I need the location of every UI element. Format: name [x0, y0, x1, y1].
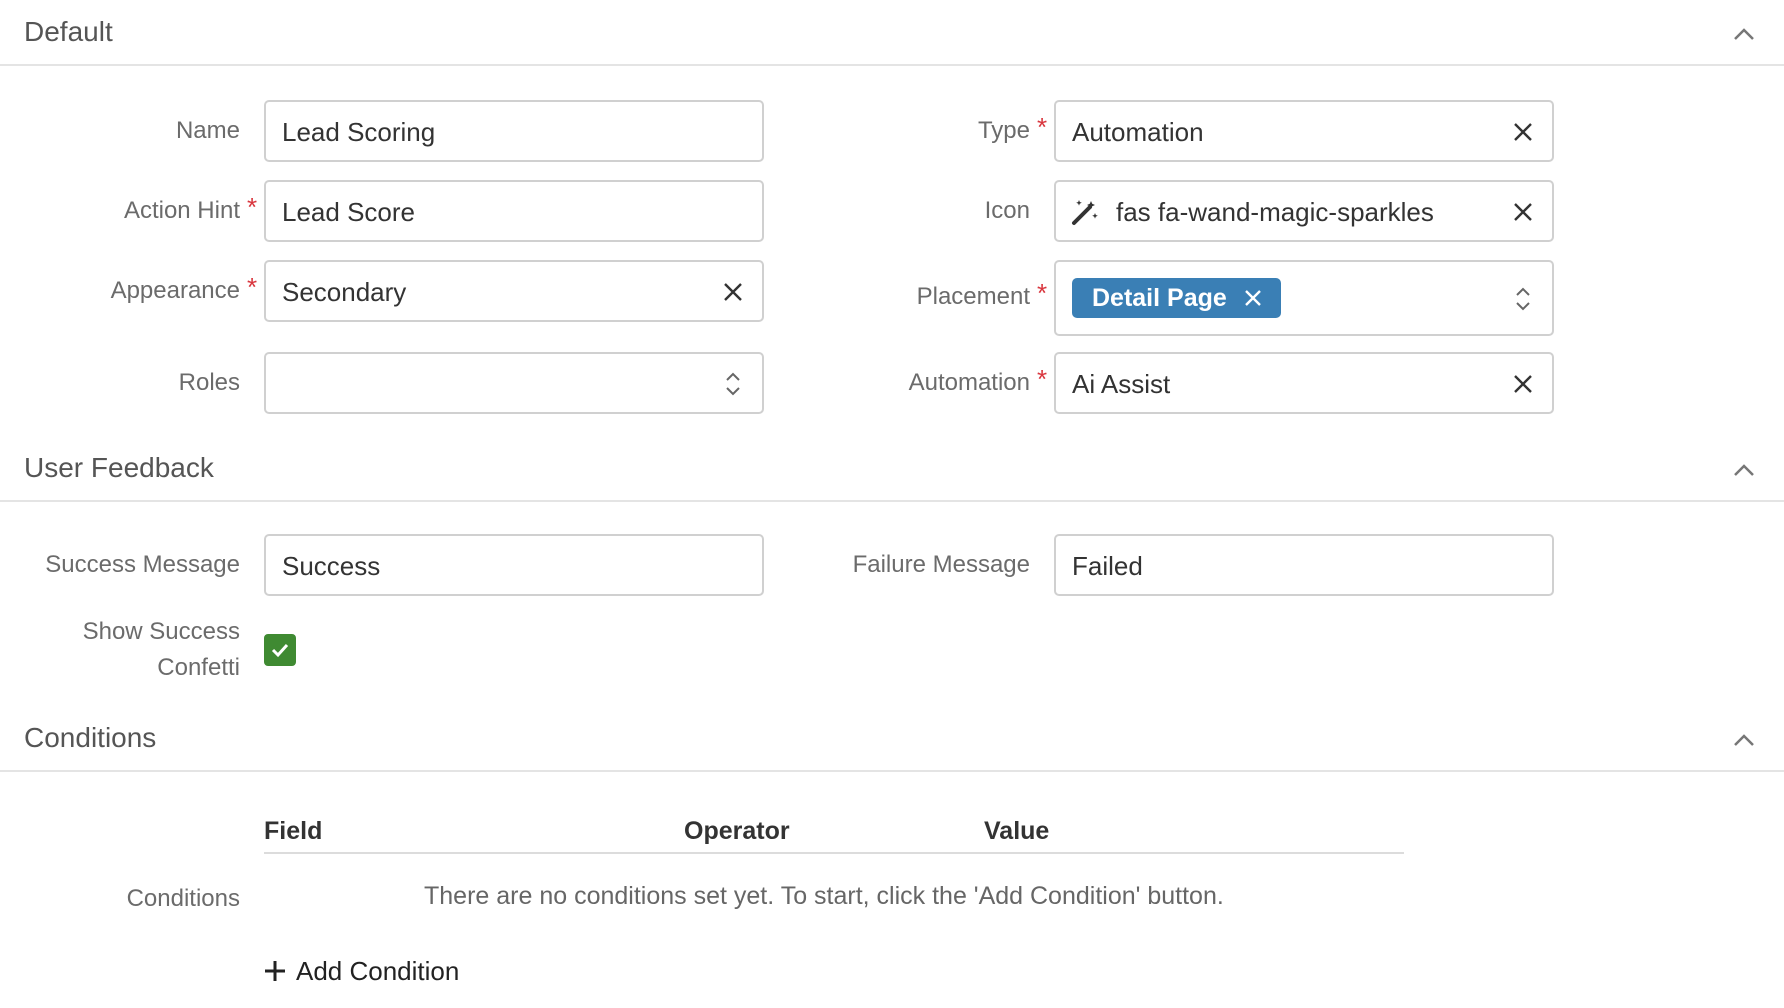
required-marker: *	[1037, 112, 1048, 142]
required-marker: *	[1037, 278, 1048, 308]
icon-select[interactable]: fas fa-wand-magic-sparkles	[1054, 180, 1554, 242]
section-header-conditions[interactable]: Conditions	[0, 706, 1784, 772]
name-label: Name	[175, 117, 240, 144]
wand-magic-sparkles-icon	[1072, 200, 1098, 225]
section-header-default[interactable]: Default	[0, 0, 1784, 66]
success-message-field[interactable]: Success	[264, 534, 764, 596]
conditions-label: Conditions	[126, 885, 240, 912]
success-message-label: Success Message	[45, 551, 240, 578]
required-marker: *	[247, 272, 258, 302]
select-arrows-icon	[726, 372, 740, 396]
show-confetti-label-line2: Confetti	[157, 654, 240, 681]
chevron-up-icon[interactable]	[1730, 456, 1758, 484]
action-hint-label: Action Hint	[123, 197, 240, 224]
clear-icon[interactable]	[1512, 201, 1534, 223]
placement-tag-label: Detail Page	[1092, 284, 1227, 312]
type-select[interactable]: Automation	[1054, 100, 1554, 162]
plus-icon	[265, 961, 285, 981]
column-header-field: Field	[264, 817, 323, 845]
roles-select[interactable]	[264, 352, 764, 414]
add-condition-label: Add Condition	[296, 956, 460, 986]
chevron-up-icon[interactable]	[1730, 726, 1758, 754]
required-marker: *	[1037, 364, 1048, 394]
section-header-user-feedback[interactable]: User Feedback	[0, 436, 1784, 502]
section-title: Default	[24, 16, 113, 47]
table-divider	[264, 852, 1404, 854]
appearance-value: Secondary	[282, 277, 407, 307]
add-condition-button[interactable]: Add Condition	[264, 956, 459, 987]
clear-icon[interactable]	[1512, 121, 1534, 143]
select-arrows-icon	[1516, 287, 1530, 311]
show-confetti-label-line1: Show Success	[82, 618, 240, 645]
type-label: Type	[977, 117, 1030, 144]
required-marker: *	[247, 192, 258, 222]
failure-message-field[interactable]: Failed	[1054, 534, 1554, 596]
checkmark-icon	[271, 643, 289, 658]
section-title: Conditions	[24, 722, 157, 753]
placement-tag: Detail Page	[1072, 278, 1281, 318]
automation-label: Automation	[908, 369, 1030, 396]
placement-multiselect[interactable]: Detail Page	[1054, 260, 1554, 336]
type-value: Automation	[1072, 117, 1204, 147]
appearance-label: Appearance	[110, 277, 240, 304]
clear-icon[interactable]	[1512, 373, 1534, 395]
icon-label: Icon	[984, 197, 1030, 224]
placement-label: Placement	[916, 283, 1030, 310]
name-field[interactable]: Lead Scoring	[264, 100, 764, 162]
chevron-up-icon[interactable]	[1730, 20, 1758, 48]
action-hint-field[interactable]: Lead Score	[264, 180, 764, 242]
automation-select[interactable]: Ai Assist	[1054, 352, 1554, 414]
clear-icon[interactable]	[722, 281, 744, 303]
success-message-value: Success	[282, 551, 381, 581]
remove-tag-icon[interactable]	[1243, 288, 1263, 308]
show-confetti-checkbox[interactable]	[264, 634, 296, 666]
column-header-value: Value	[984, 817, 1050, 845]
column-header-operator: Operator	[684, 817, 790, 845]
name-value: Lead Scoring	[282, 117, 436, 147]
failure-message-label: Failure Message	[852, 551, 1030, 578]
icon-value: fas fa-wand-magic-sparkles	[1116, 197, 1434, 227]
automation-value: Ai Assist	[1072, 369, 1171, 399]
empty-conditions-message: There are no conditions set yet. To star…	[424, 882, 1224, 910]
section-title: User Feedback	[24, 452, 214, 483]
failure-message-value: Failed	[1072, 551, 1143, 581]
roles-label: Roles	[178, 369, 240, 396]
action-hint-value: Lead Score	[282, 197, 415, 227]
appearance-select[interactable]: Secondary	[264, 260, 764, 322]
